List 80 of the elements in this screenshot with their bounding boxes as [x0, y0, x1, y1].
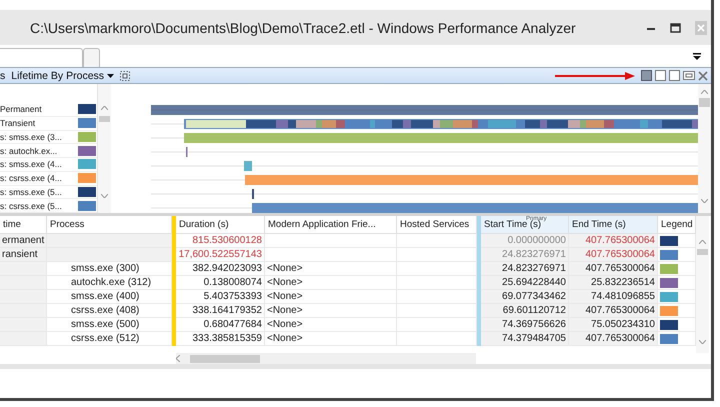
arrow-icon [555, 72, 635, 80]
scrollbar-thumb[interactable] [190, 354, 260, 362]
table-cell: 25.694228440 [481, 276, 569, 290]
table-cell: 407.765300064 [569, 234, 658, 248]
close-icon[interactable] [698, 70, 708, 80]
window-icon[interactable] [683, 71, 695, 80]
series-label: Transient [0, 118, 36, 128]
table-cell: <None> [265, 332, 397, 346]
table-cell: 338.164179352 [176, 304, 265, 318]
scroll-left-icon[interactable] [176, 355, 180, 362]
table-cell: <None> [265, 318, 397, 332]
layout-button[interactable] [669, 70, 680, 81]
column-header[interactable]: End Time (s) [569, 216, 658, 234]
table-cell: 5.403753393 [176, 290, 265, 304]
series-label: Permanent [0, 104, 43, 114]
table-cell: 25.832236514 [569, 276, 658, 290]
scrollbar-thumb[interactable] [697, 249, 708, 255]
table-cell: 24.823276971 [481, 248, 569, 262]
scroll-down-icon[interactable] [699, 340, 706, 344]
table-cell: ermanent [0, 234, 47, 248]
scroll-down-icon[interactable] [101, 194, 108, 198]
table-cell: 17,600.522557143 [176, 248, 265, 262]
layout-button[interactable] [641, 70, 652, 81]
table-cell: 74.369756626 [481, 318, 569, 332]
scroll-up-icon[interactable] [701, 90, 708, 94]
table-cell: 407.765300064 [569, 248, 658, 262]
maximize-icon[interactable] [670, 22, 681, 32]
table-cell: 75.050234310 [569, 318, 658, 332]
table-cell: <None> [265, 304, 397, 318]
scroll-down-icon[interactable] [701, 199, 708, 203]
column-header[interactable]: Modern Application Frie... [265, 216, 397, 234]
table-cell: smss.exe (400) [47, 290, 172, 304]
scroll-up-icon[interactable] [699, 240, 706, 244]
scrollbar-thumb[interactable] [99, 116, 110, 122]
table-cell: 815.530600128 [176, 234, 265, 248]
table-cell: ransient [0, 248, 47, 262]
table-cell: 0.680477684 [176, 318, 265, 332]
column-header[interactable]: Duration (s) [176, 216, 265, 234]
table-cell: smss.exe (300) [47, 262, 172, 276]
table-cell: 69.077343462 [481, 290, 569, 304]
series-label: s: csrss.exe (5... [0, 200, 63, 211]
selection-icon[interactable] [120, 70, 130, 80]
table-cell: <None> [265, 276, 397, 290]
series-label: s: smss.exe (5... [0, 186, 63, 197]
close-icon[interactable] [695, 20, 707, 34]
table-cell: 74.379484705 [481, 332, 569, 346]
column-header[interactable]: Legend [658, 216, 696, 234]
table-cell: 407.765300064 [569, 332, 658, 346]
series-label: s: smss.exe (4... [0, 159, 63, 170]
series-label: s: autochk.ex... [0, 146, 58, 156]
window-title: C:\Users\markmoro\Documents\Blog\Demo\Trace2.etl - Windows Performance Analyzer [30, 20, 577, 36]
table-cell: <None> [265, 262, 397, 276]
table-cell: 24.823276971 [481, 262, 569, 276]
document-tab[interactable] [0, 48, 83, 67]
table-cell: csrss.exe (512) [47, 332, 172, 346]
caret-icon [107, 74, 114, 78]
table-cell: 333.385815359 [176, 332, 265, 346]
column-header[interactable]: time [0, 216, 47, 234]
new-tab-button[interactable] [83, 48, 100, 67]
table-cell: 0.000000000 [481, 234, 569, 248]
layout-button[interactable] [655, 70, 666, 81]
column-header[interactable]: Process [47, 216, 172, 234]
toolbar-label: s [0, 70, 6, 82]
table-cell: 382.942023093 [176, 262, 265, 276]
series-label: s: csrss.exe (4... [0, 173, 63, 184]
table-cell: 69.601120712 [481, 304, 569, 318]
table-cell: csrss.exe (408) [47, 304, 172, 318]
table-cell: 407.765300064 [569, 304, 658, 318]
table-cell: 407.765300064 [569, 262, 658, 276]
scroll-up-icon[interactable] [101, 106, 108, 110]
series-label: s: smss.exe (3... [0, 132, 63, 142]
table-cell: 0.138008074 [176, 276, 265, 290]
table-cell: autochk.exe (312) [47, 276, 172, 290]
dropdown-icon[interactable] [693, 52, 701, 60]
table-cell: 74.481096855 [569, 290, 658, 304]
table-cell: smss.exe (500) [47, 318, 172, 332]
scrollbar-thumb[interactable] [699, 98, 710, 107]
preset-dropdown[interactable]: Lifetime By Process [11, 70, 114, 82]
table-cell: <None> [265, 290, 397, 304]
column-header[interactable]: Hosted Services [397, 216, 477, 234]
